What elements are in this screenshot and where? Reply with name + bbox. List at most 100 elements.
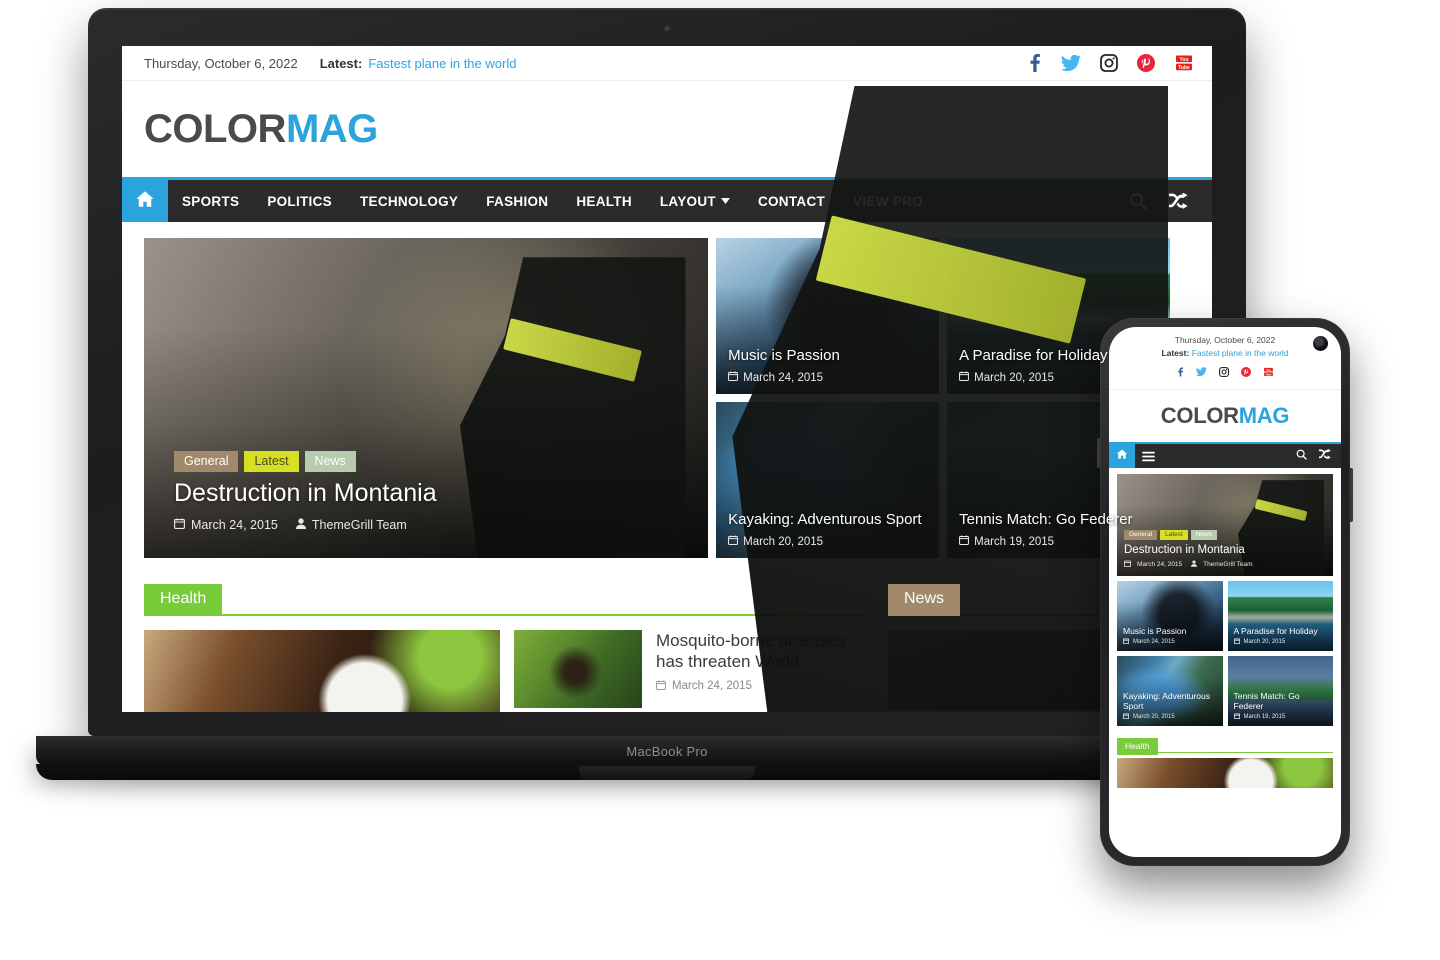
article-meta: March 19, 2015 [1233, 713, 1285, 721]
mobile-navigation [1109, 442, 1341, 468]
article-date-text: March 24, 2015 [672, 680, 752, 692]
pinterest-icon[interactable] [1137, 54, 1155, 72]
current-date: Thursday, October 6, 2022 [144, 55, 298, 71]
calendar-icon [1233, 638, 1240, 646]
mobile-article-card-paradise[interactable]: A Paradise for Holiday March 20, 2015 [1227, 581, 1333, 651]
article-meta: March 24, 2015 [1122, 638, 1175, 646]
article-date-text: March 20, 2015 [1243, 639, 1286, 645]
social-links: You Tube [1026, 54, 1194, 72]
calendar-icon [1122, 638, 1130, 646]
laptop-trackpad-notch [579, 766, 755, 780]
nav-item-layout[interactable]: LAYOUT [646, 180, 744, 222]
mobile-featured-title[interactable]: Destruction in Montania [1124, 544, 1245, 556]
article-title[interactable]: Tennis Match: Go Federer [1234, 691, 1329, 711]
mobile-section-title-health[interactable]: Health [1117, 738, 1158, 755]
home-icon [1116, 447, 1128, 465]
instagram-icon[interactable] [1219, 364, 1229, 382]
nav-item-politics[interactable]: POLITICS [253, 180, 346, 222]
article-title[interactable]: Music is Passion [728, 347, 929, 364]
image-overlay [144, 238, 709, 558]
mobile-latest-headline-link[interactable]: Fastest plane in the world [1192, 348, 1289, 358]
mobile-health-article-image[interactable] [1117, 758, 1333, 788]
mobile-article-card-kayaking[interactable]: Kayaking: Adventurous Sport March 20, 20… [1117, 656, 1223, 726]
mobile-article-card-music[interactable]: Music is Passion March 24, 2015 [1117, 581, 1223, 651]
svg-text:You: You [1179, 57, 1188, 63]
youtube-icon[interactable]: You Tube [1174, 54, 1194, 72]
facebook-icon[interactable] [1026, 54, 1042, 72]
nav-item-health[interactable]: HEALTH [562, 180, 646, 222]
tag-general[interactable]: General [1124, 529, 1158, 540]
youtube-icon[interactable]: You Tube [1263, 364, 1274, 382]
article-meta: March 19, 2015 [959, 535, 1054, 548]
nav-label: HEALTH [576, 193, 632, 209]
mobile-site-logo[interactable]: COLORMAG [1160, 403, 1290, 429]
section-title-health[interactable]: Health [144, 584, 223, 616]
nav-home-button[interactable] [122, 180, 168, 222]
article-thumbnail [514, 630, 642, 708]
site-logo[interactable]: COLORMAG [144, 109, 378, 149]
article-title[interactable]: A Paradise for Holiday [1234, 626, 1329, 636]
twitter-icon[interactable] [1196, 364, 1207, 382]
mobile-latest-label: Latest: [1161, 348, 1190, 358]
featured-article-meta: March 24, 2015 ThemeGrill Team [174, 518, 407, 532]
phone-power-button[interactable] [1350, 468, 1353, 522]
latest-label: Latest: [319, 55, 363, 71]
shuffle-icon[interactable] [1319, 447, 1331, 465]
nav-label: FASHION [486, 193, 549, 209]
mobile-article-card-tennis[interactable]: Tennis Match: Go Federer March 19, 2015 [1227, 656, 1333, 726]
logo-text-mag: MAG [1238, 403, 1290, 428]
article-title[interactable]: Music is Passion [1123, 626, 1218, 636]
tag-news[interactable]: News [1190, 529, 1218, 540]
article-title[interactable]: A Paradise for Holiday [959, 347, 1160, 364]
search-icon[interactable] [1296, 447, 1307, 465]
twitter-icon[interactable] [1061, 54, 1081, 72]
section-title-news[interactable]: News [888, 584, 961, 616]
article-title[interactable]: Kayaking: Adventurous Sport [728, 511, 929, 528]
calendar-icon [656, 679, 666, 693]
logo-text-mag: MAG [285, 107, 378, 151]
top-bar: Thursday, October 6, 2022 Latest: Fastes… [122, 46, 1212, 81]
facebook-icon[interactable] [1176, 364, 1184, 382]
calendar-icon [728, 535, 739, 548]
user-icon [1191, 560, 1198, 569]
nav-item-fashion[interactable]: FASHION [472, 180, 562, 222]
article-author-text: ThemeGrill Team [1203, 561, 1253, 568]
featured-article-title[interactable]: Destruction in Montania [174, 479, 437, 508]
logo-text-color: COLOR [1160, 403, 1239, 428]
latest-headline-link[interactable]: Fastest plane in the world [368, 56, 516, 71]
tag-general[interactable]: General [174, 450, 239, 472]
mobile-nav-home-button[interactable] [1109, 444, 1135, 468]
phone-device: Thursday, October 6, 2022 Latest: Fastes… [1097, 318, 1353, 866]
tag-news[interactable]: News [304, 450, 356, 472]
svg-text:Tube: Tube [1265, 372, 1272, 376]
phone-volume-button[interactable] [1097, 438, 1100, 468]
calendar-icon [959, 535, 970, 548]
nav-item-technology[interactable]: TECHNOLOGY [346, 180, 472, 222]
hamburger-menu-icon[interactable] [1135, 444, 1161, 468]
article-meta: March 20, 2015 [959, 371, 1054, 384]
featured-article-card[interactable]: General Latest News Destruction in Monta… [144, 238, 709, 558]
screenshot-stage: Thursday, October 6, 2022 Latest: Fastes… [0, 0, 1440, 960]
article-title[interactable]: Kayaking: Adventurous Sport [1123, 691, 1218, 711]
nav-label: SPORTS [182, 193, 240, 209]
calendar-icon [174, 518, 185, 532]
article-date-text: March 24, 2015 [191, 518, 278, 532]
article-author-text: ThemeGrill Team [311, 518, 407, 532]
nav-label: LAYOUT [659, 193, 716, 209]
tag-latest[interactable]: Latest [1160, 529, 1188, 540]
nav-item-sports[interactable]: SPORTS [168, 180, 253, 222]
nav-item-contact[interactable]: CONTACT [744, 180, 839, 222]
article-title[interactable]: Tennis Match: Go Federer [959, 511, 1160, 528]
nav-label: CONTACT [757, 193, 826, 209]
article-meta: March 20, 2015 [1122, 713, 1175, 721]
article-author: ThemeGrill Team [295, 518, 407, 532]
pinterest-icon[interactable] [1241, 364, 1251, 382]
health-article-image-coffee[interactable] [144, 630, 500, 712]
article-meta: March 20, 2015 [1233, 638, 1286, 646]
tag-latest[interactable]: Latest [244, 450, 299, 472]
health-articles: Mosquito-borne diseases has threaten Wor… [144, 630, 866, 712]
instagram-icon[interactable] [1100, 54, 1118, 72]
calendar-icon [1122, 713, 1130, 721]
shuffle-icon[interactable] [1169, 192, 1188, 210]
nav-items: SPORTS POLITICS TECHNOLOGY FASHION HEALT… [168, 180, 937, 222]
